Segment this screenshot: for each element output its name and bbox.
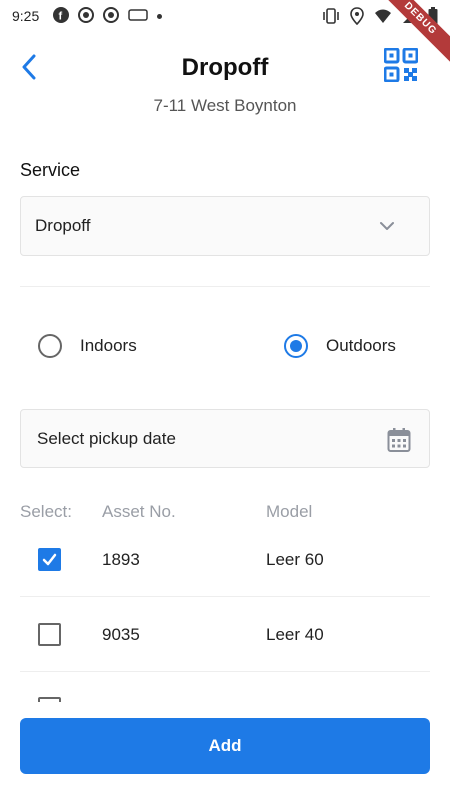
radio-label-outdoors: Outdoors (326, 336, 396, 355)
row-checkbox[interactable] (38, 548, 61, 571)
notification-icons: f (53, 6, 163, 26)
vibrate-icon (322, 8, 340, 27)
assets-table-header: Select: Asset No. Model (0, 502, 450, 524)
service-selected-value: Dropoff (35, 216, 91, 235)
calendar-icon[interactable] (387, 427, 411, 458)
chevron-down-icon (379, 217, 395, 237)
asset-number: 1893 (102, 550, 140, 569)
page-title: Dropoff (181, 54, 269, 81)
pickup-date-placeholder: Select pickup date (37, 428, 176, 448)
status-bar: 9:25 f DEBUG (0, 0, 450, 68)
pickup-date-field[interactable]: Select pickup date (20, 409, 430, 468)
asset-model: Leer 40 (266, 625, 324, 644)
app-notification-icon (78, 6, 95, 26)
radio-option-outdoors[interactable]: Outdoors (284, 334, 396, 358)
column-header-model: Model (266, 502, 313, 521)
row-checkbox[interactable] (38, 623, 61, 646)
svg-text:f: f (59, 10, 63, 22)
radio-option-indoors[interactable]: Indoors (38, 334, 137, 358)
location-subtitle: 7-11 West Boynton (153, 96, 297, 115)
service-dropdown[interactable]: Dropoff (20, 196, 430, 256)
table-row (0, 672, 450, 702)
add-button[interactable]: Add (20, 718, 430, 774)
qr-code-icon (383, 47, 419, 86)
app-notification-icon (103, 6, 120, 26)
status-time: 9:25 (12, 8, 40, 24)
sd-card-icon (128, 8, 148, 24)
table-row: 1893 Leer 60 (0, 522, 450, 596)
column-header-select: Select: (20, 502, 72, 521)
more-notifications-icon (157, 13, 163, 19)
divider (20, 286, 430, 287)
app-bar: Dropoff (0, 44, 450, 94)
wifi-icon (374, 8, 392, 27)
asset-number: 9035 (102, 625, 140, 644)
table-row: 9035 Leer 40 (0, 597, 450, 671)
facebook-icon: f (53, 6, 70, 26)
radio-indoors[interactable] (38, 334, 62, 358)
row-checkbox[interactable] (38, 697, 61, 702)
service-label: Service (20, 160, 81, 180)
asset-model: Leer 60 (266, 550, 324, 569)
radio-label-indoors: Indoors (80, 336, 137, 355)
radio-outdoors[interactable] (284, 334, 308, 358)
column-header-asset-no: Asset No. (102, 502, 176, 521)
qr-scan-button[interactable] (383, 47, 419, 83)
location-icon (350, 7, 364, 28)
location-radio-group: Indoors Outdoors (0, 328, 450, 364)
check-icon (42, 553, 57, 566)
